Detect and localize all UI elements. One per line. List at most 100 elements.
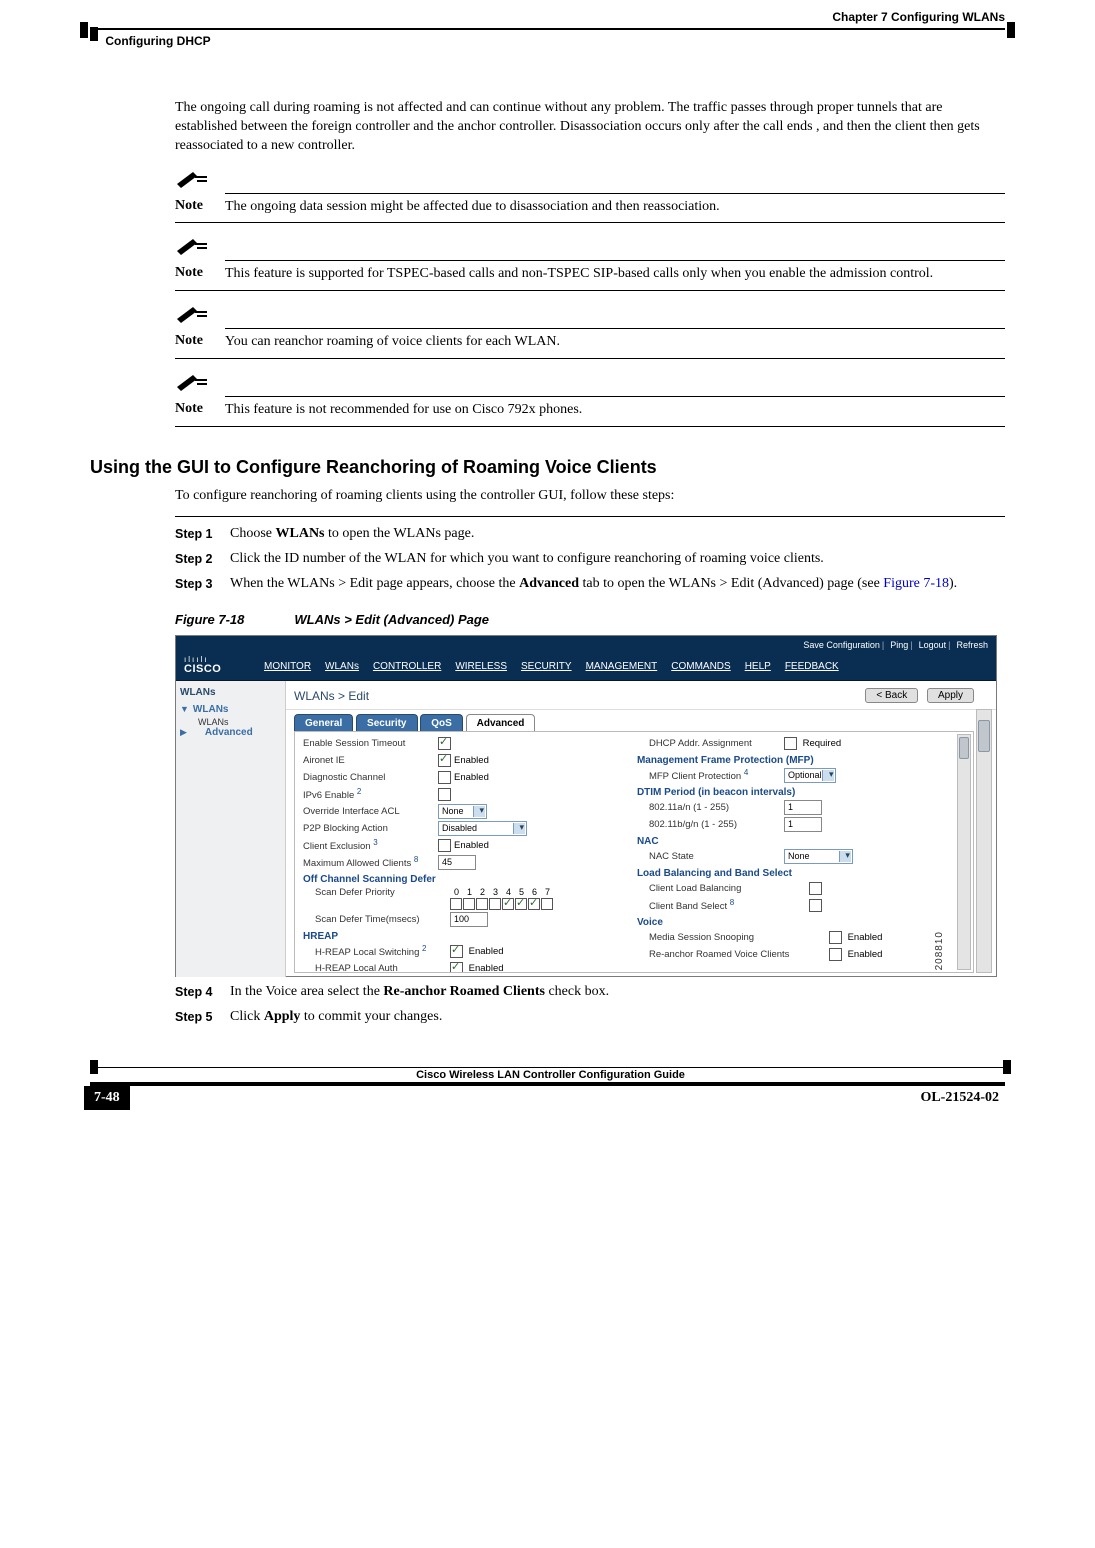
hreap-local-switching-label: H-REAP Local Switching 2 bbox=[303, 944, 450, 958]
scan-time-label: Scan Defer Time(msecs) bbox=[303, 914, 450, 925]
menu-commands[interactable]: COMMANDS bbox=[671, 661, 730, 672]
section-marker bbox=[90, 27, 98, 41]
ipv6-label: IPv6 Enable 2 bbox=[303, 787, 438, 801]
clientex-checkbox[interactable] bbox=[438, 839, 451, 852]
footer-marker bbox=[90, 1060, 98, 1074]
note-2: Note This feature is supported for TSPEC… bbox=[175, 237, 1005, 291]
prio-3-checkbox[interactable] bbox=[489, 898, 501, 910]
media-session-snooping-checkbox[interactable] bbox=[829, 931, 842, 944]
link-save-config[interactable]: Save Configuration bbox=[803, 640, 880, 650]
prio-2-checkbox[interactable] bbox=[476, 898, 488, 910]
step-2: Step 2 Click the ID number of the WLAN f… bbox=[175, 550, 1005, 569]
dtim-heading: DTIM Period (in beacon intervals) bbox=[637, 787, 955, 798]
client-band-select-label: Client Band Select 8 bbox=[637, 898, 809, 912]
aironet-checkbox[interactable] bbox=[438, 754, 451, 767]
menu-wlans[interactable]: WLANs bbox=[325, 661, 359, 672]
client-load-balancing-label: Client Load Balancing bbox=[637, 883, 809, 894]
menu-management[interactable]: MANAGEMENT bbox=[586, 661, 658, 672]
step-label: Step 4 bbox=[175, 983, 230, 1002]
dtim-a-input[interactable]: 1 bbox=[784, 800, 822, 815]
client-band-select-checkbox[interactable] bbox=[809, 899, 822, 912]
tab-qos[interactable]: QoS bbox=[420, 714, 463, 732]
nac-state-select[interactable]: None bbox=[784, 849, 853, 864]
scan-priority-label: Scan Defer Priority bbox=[303, 887, 450, 898]
note-icon bbox=[175, 170, 209, 188]
scan-time-input[interactable]: 100 bbox=[450, 912, 488, 927]
sidebar-item-wlans-child[interactable]: WLANs bbox=[198, 717, 281, 727]
dtim-b-label: 802.11b/g/n (1 - 255) bbox=[637, 819, 784, 830]
step-label: Step 2 bbox=[175, 550, 230, 569]
note-label: Note bbox=[175, 333, 225, 349]
header-marker-left bbox=[80, 22, 88, 38]
off-channel-heading: Off Channel Scanning Defer bbox=[303, 874, 637, 885]
dhcp-addr-label: DHCP Addr. Assignment bbox=[637, 738, 784, 749]
note-icon bbox=[175, 237, 209, 255]
note-icon bbox=[175, 373, 209, 391]
maxclients-input[interactable]: 45 bbox=[438, 855, 476, 870]
sidebar-title: WLANs bbox=[180, 687, 281, 698]
sidebar-item-advanced[interactable]: Advanced bbox=[205, 727, 253, 738]
ss-sidebar: WLANs ▼ WLANs WLANs ▶ Advanced bbox=[176, 681, 286, 977]
ss-menubar: ılıılı CISCO MONITOR WLANs CONTROLLER WI… bbox=[176, 654, 996, 681]
note-4: Note This feature is not recommended for… bbox=[175, 373, 1005, 427]
client-load-balancing-checkbox[interactable] bbox=[809, 882, 822, 895]
inner-scrollbar[interactable] bbox=[957, 734, 971, 970]
link-refresh[interactable]: Refresh bbox=[956, 640, 988, 650]
note-text: You can reanchor roaming of voice client… bbox=[225, 333, 1005, 352]
header-section: Configuring DHCP bbox=[105, 34, 210, 48]
figure-screenshot: Save Configuration| Ping| Logout| Refres… bbox=[175, 635, 997, 977]
tab-general[interactable]: General bbox=[294, 714, 353, 732]
menu-wireless[interactable]: WIRELESS bbox=[455, 661, 507, 672]
hreap-local-auth-checkbox[interactable] bbox=[450, 962, 463, 973]
note-text: The ongoing data session might be affect… bbox=[225, 198, 1005, 217]
menu-help[interactable]: HELP bbox=[745, 661, 771, 672]
hreap-local-switching-checkbox[interactable] bbox=[450, 945, 463, 958]
p2p-select[interactable]: Disabled bbox=[438, 821, 527, 836]
p2p-label: P2P Blocking Action bbox=[303, 823, 438, 834]
note-text: This feature is supported for TSPEC-base… bbox=[225, 265, 1005, 284]
sidebar-item-wlans[interactable]: WLANs bbox=[193, 704, 229, 715]
override-acl-select[interactable]: None bbox=[438, 804, 487, 819]
mfp-heading: Management Frame Protection (MFP) bbox=[637, 755, 955, 766]
mfp-select[interactable]: Optional bbox=[784, 768, 837, 783]
tree-collapse-icon[interactable]: ▼ bbox=[180, 704, 189, 714]
tree-expand-icon[interactable]: ▶ bbox=[180, 727, 187, 737]
reanchor-roamed-clients-checkbox[interactable] bbox=[829, 948, 842, 961]
dhcp-required-checkbox[interactable] bbox=[784, 737, 797, 750]
prio-1-checkbox[interactable] bbox=[463, 898, 475, 910]
prio-6-checkbox[interactable] bbox=[528, 898, 540, 910]
hreap-local-auth-label: H-REAP Local Auth bbox=[303, 963, 450, 973]
load-balancing-heading: Load Balancing and Band Select bbox=[637, 868, 955, 879]
prio-4-checkbox[interactable] bbox=[502, 898, 514, 910]
tab-security[interactable]: Security bbox=[356, 714, 417, 732]
link-logout[interactable]: Logout bbox=[919, 640, 947, 650]
note-label: Note bbox=[175, 198, 225, 214]
override-acl-label: Override Interface ACL bbox=[303, 806, 438, 817]
step-label: Step 5 bbox=[175, 1008, 230, 1027]
step-5: Step 5 Click Apply to commit your change… bbox=[175, 1008, 1005, 1027]
link-ping[interactable]: Ping bbox=[890, 640, 908, 650]
menu-controller[interactable]: CONTROLLER bbox=[373, 661, 441, 672]
step-text: Click Apply to commit your changes. bbox=[230, 1008, 1005, 1027]
hreap-heading: HREAP bbox=[303, 931, 637, 942]
menu-feedback[interactable]: FEEDBACK bbox=[785, 661, 839, 672]
menu-security[interactable]: SECURITY bbox=[521, 661, 572, 672]
dtim-a-label: 802.11a/n (1 - 255) bbox=[637, 802, 784, 813]
session-timeout-checkbox[interactable] bbox=[438, 737, 451, 750]
outer-scrollbar[interactable] bbox=[976, 709, 992, 973]
apply-button[interactable]: Apply bbox=[927, 688, 974, 703]
menu-monitor[interactable]: MONITOR bbox=[264, 661, 311, 672]
reanchor-roamed-clients-label: Re-anchor Roamed Voice Clients bbox=[637, 949, 829, 960]
figure-reference-link[interactable]: Figure 7-18 bbox=[883, 576, 949, 591]
ipv6-checkbox[interactable] bbox=[438, 788, 451, 801]
diag-checkbox[interactable] bbox=[438, 771, 451, 784]
scan-priority-grid: 01234567 bbox=[450, 887, 554, 910]
prio-5-checkbox[interactable] bbox=[515, 898, 527, 910]
prio-7-checkbox[interactable] bbox=[541, 898, 553, 910]
prio-0-checkbox[interactable] bbox=[450, 898, 462, 910]
note-text: This feature is not recommended for use … bbox=[225, 401, 1005, 420]
diag-label: Diagnostic Channel bbox=[303, 772, 438, 783]
back-button[interactable]: < Back bbox=[865, 688, 918, 703]
step-text: In the Voice area select the Re-anchor R… bbox=[230, 983, 1005, 1002]
dtim-b-input[interactable]: 1 bbox=[784, 817, 822, 832]
